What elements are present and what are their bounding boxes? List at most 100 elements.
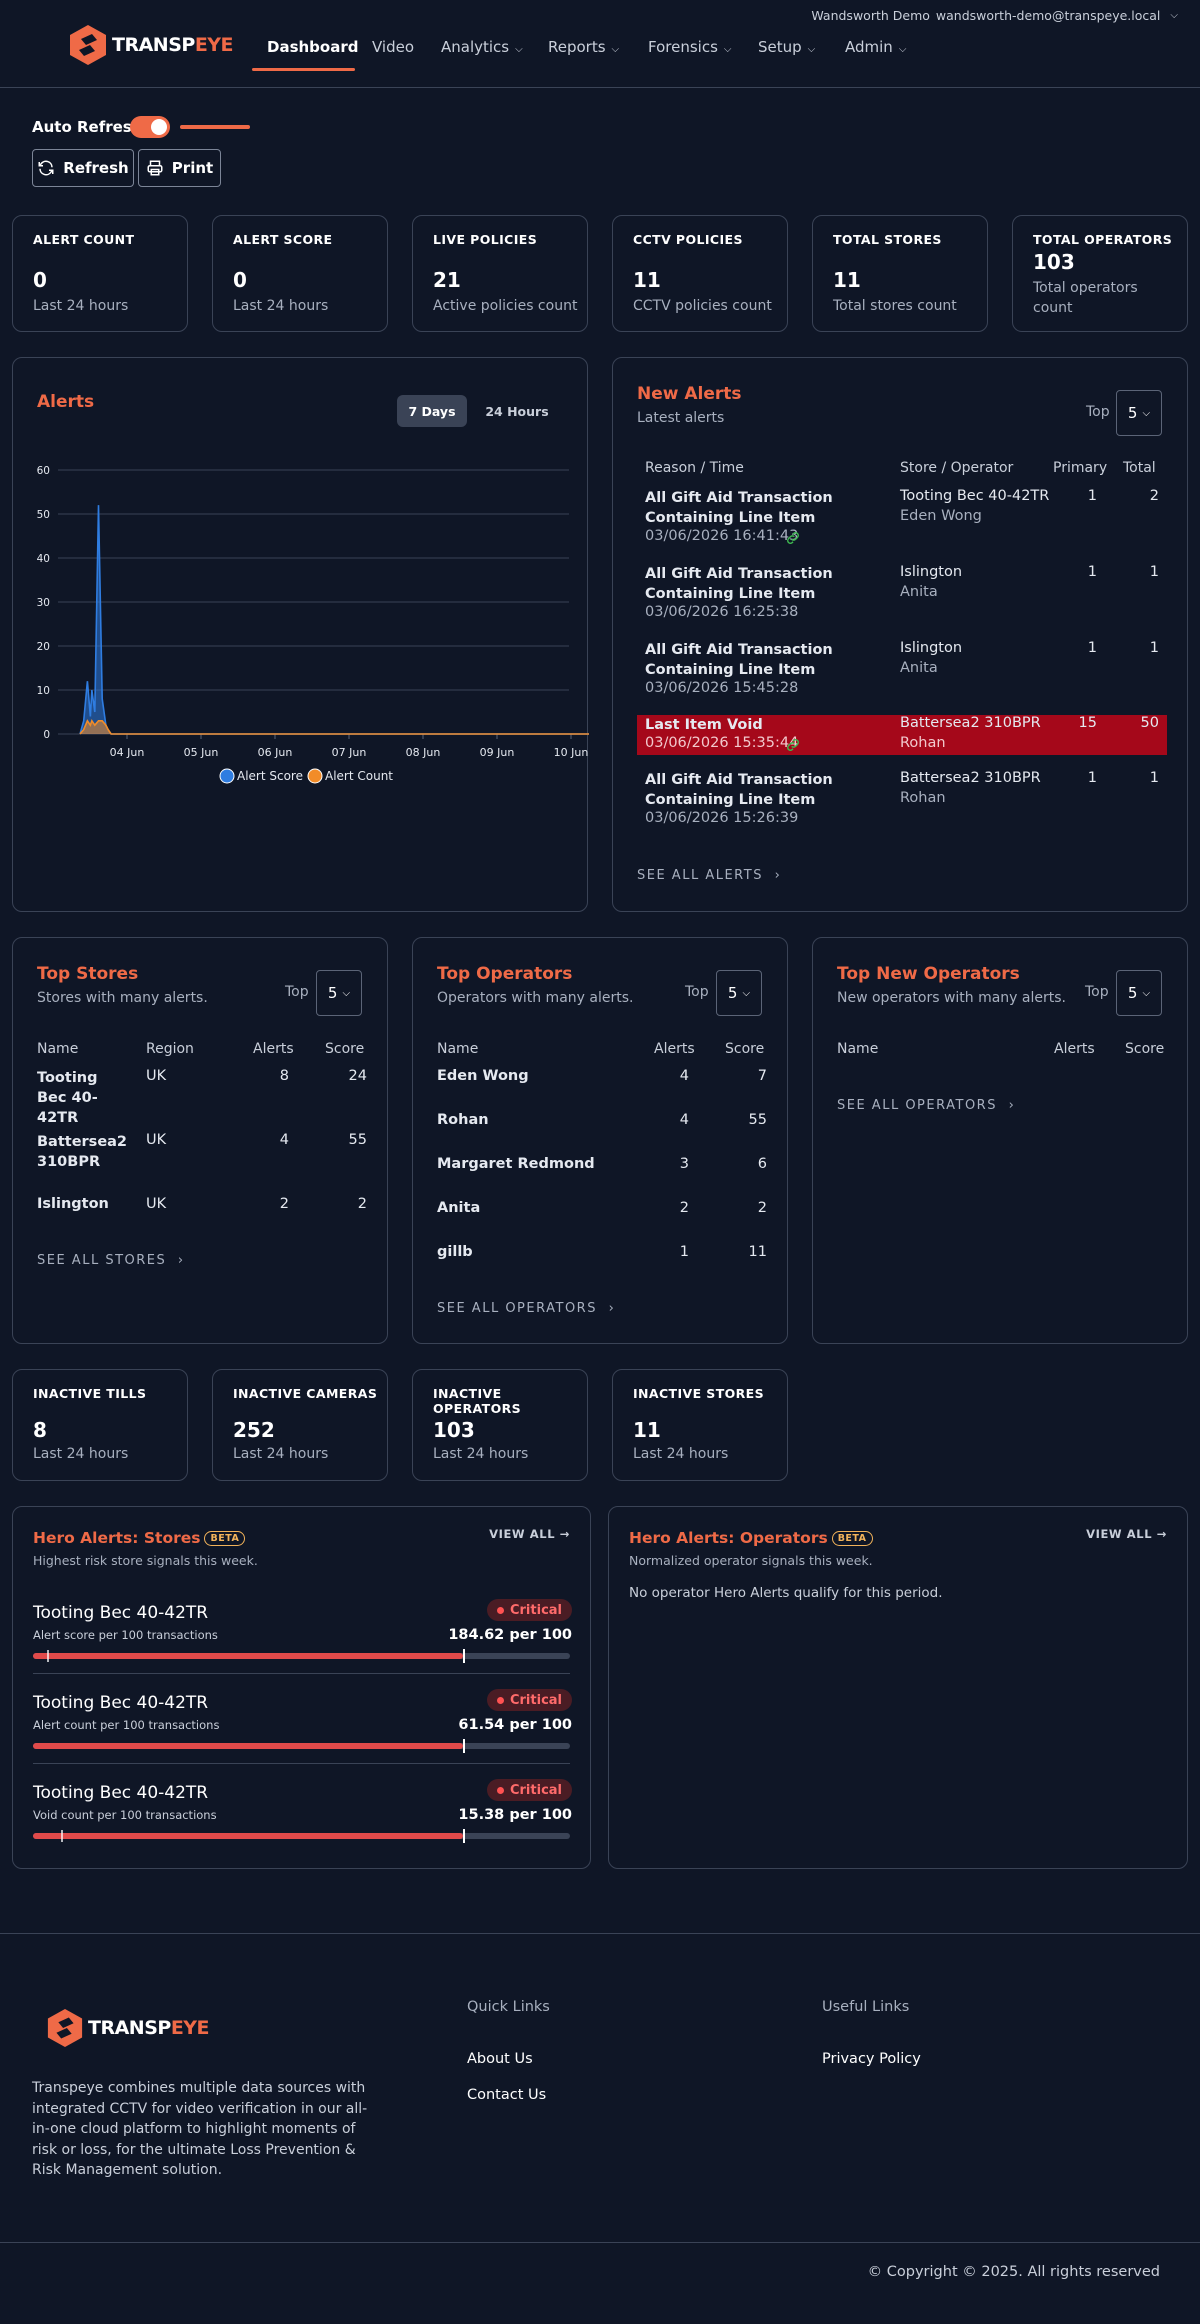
series-line bbox=[79, 505, 589, 735]
nav-forensics[interactable]: Forensics ⌵ bbox=[648, 38, 731, 56]
alert-row[interactable]: All Gift Aid Transaction Containing Line… bbox=[637, 486, 1167, 552]
nav-label: Admin bbox=[845, 38, 893, 56]
print-button[interactable]: Print bbox=[138, 149, 221, 187]
logo-text: TRANSP bbox=[88, 2017, 171, 2039]
view-all-stores-link[interactable]: VIEW ALL → bbox=[489, 1527, 570, 1541]
alert-row[interactable]: All Gift Aid Transaction Containing Line… bbox=[637, 638, 1167, 704]
top-stores-card: Top Stores Stores with many alerts. Top … bbox=[12, 937, 388, 1344]
alert-row[interactable]: All Gift Aid Transaction Containing Line… bbox=[637, 562, 1167, 628]
see-all-stores-link[interactable]: SEE ALL STORES › bbox=[37, 1253, 185, 1268]
operator-row[interactable]: Anita 2 2 bbox=[437, 1200, 767, 1222]
top-count-select[interactable]: 5 ⌵ bbox=[1116, 390, 1162, 436]
top-count-select[interactable]: 5 ⌵ bbox=[716, 970, 762, 1016]
alert-operator: Anita bbox=[900, 660, 938, 676]
hero-stores-subtitle: Highest risk store signals this week. bbox=[33, 1553, 258, 1568]
top-label: Top bbox=[1086, 404, 1110, 420]
hero-metric-bar bbox=[33, 1739, 570, 1753]
hero-store-item[interactable]: Tooting Bec 40-42TR Void count per 100 t… bbox=[13, 1777, 592, 1857]
alert-time: 03/06/2026 15:26:39 bbox=[645, 810, 799, 826]
refresh-button[interactable]: Refresh bbox=[32, 149, 134, 187]
operator-name: Margaret Redmond bbox=[437, 1156, 595, 1172]
view-all-operators-link[interactable]: VIEW ALL → bbox=[1086, 1527, 1167, 1541]
operator-row[interactable]: Margaret Redmond 3 6 bbox=[437, 1156, 767, 1178]
alert-time: 03/06/2026 16:41:43 bbox=[645, 528, 799, 544]
nav-reports[interactable]: Reports ⌵ bbox=[548, 38, 619, 56]
store-row[interactable]: Tooting Bec 40-42TR UK 8 24 bbox=[37, 1068, 367, 1126]
logo[interactable]: TRANSPEYE bbox=[68, 24, 234, 66]
column-header: Name bbox=[37, 1041, 79, 1057]
title-text: Hero Alerts: Stores bbox=[33, 1529, 201, 1547]
operator-row[interactable]: gillb 1 11 bbox=[437, 1244, 767, 1266]
stat-card-total-stores: TOTAL STORES 11 Total stores count bbox=[812, 215, 988, 332]
stat-card-cctv-policies: CCTV POLICIES 11 CCTV policies count bbox=[612, 215, 788, 332]
operator-name: Rohan bbox=[437, 1112, 489, 1128]
footer-link-privacy[interactable]: Privacy Policy bbox=[822, 2051, 921, 2067]
top-new-operators-card: Top New Operators New operators with man… bbox=[812, 937, 1188, 1344]
nav-setup[interactable]: Setup ⌵ bbox=[758, 38, 815, 56]
footer-logo[interactable]: TRANSPEYE bbox=[46, 2008, 210, 2048]
select-value: 5 bbox=[1127, 404, 1138, 422]
alert-row-highlighted[interactable]: Last Item Void 03/06/2026 15:35:44 Batte… bbox=[637, 715, 1167, 755]
hero-store-item[interactable]: Tooting Bec 40-42TR Alert score per 100 … bbox=[13, 1597, 592, 1677]
nav-video[interactable]: Video bbox=[372, 38, 414, 56]
hero-metric-label: Alert count per 100 transactions bbox=[33, 1718, 220, 1732]
stat-title: INACTIVE STORES bbox=[633, 1386, 765, 1401]
top-label: Top bbox=[685, 984, 709, 1000]
user-menu[interactable]: Wandsworth Demo wandsworth-demo@transpey… bbox=[811, 8, 1178, 23]
link-icon[interactable] bbox=[785, 737, 801, 753]
empty-state-message: No operator Hero Alerts qualify for this… bbox=[629, 1585, 943, 1601]
alert-store: Islington bbox=[900, 564, 963, 580]
stat-subtitle: Last 24 hours bbox=[633, 1446, 729, 1462]
nav-dashboard[interactable]: Dashboard bbox=[267, 38, 358, 56]
top-operators-title: Top Operators bbox=[437, 964, 573, 984]
column-header: Alerts bbox=[654, 1041, 695, 1057]
series-area bbox=[80, 505, 589, 734]
status-dot-icon bbox=[496, 1786, 504, 1794]
operator-score: 6 bbox=[757, 1156, 767, 1172]
column-header: Region bbox=[146, 1041, 194, 1057]
footer-link-contact[interactable]: Contact Us bbox=[467, 2087, 546, 2103]
operator-name: gillb bbox=[437, 1244, 473, 1260]
bar-threshold-marker bbox=[463, 1649, 465, 1663]
title-text: Hero Alerts: Operators bbox=[629, 1529, 828, 1547]
alert-time: 03/06/2026 15:45:28 bbox=[645, 680, 799, 696]
operator-alerts: 1 bbox=[679, 1244, 689, 1260]
column-header: Score bbox=[325, 1041, 365, 1057]
hero-store-item[interactable]: Tooting Bec 40-42TR Alert count per 100 … bbox=[13, 1687, 592, 1767]
top-operators-card: Top Operators Operators with many alerts… bbox=[412, 937, 788, 1344]
operator-alerts: 3 bbox=[679, 1156, 689, 1172]
auto-refresh-toggle[interactable] bbox=[130, 116, 170, 138]
see-all-new-operators-link[interactable]: SEE ALL OPERATORS › bbox=[837, 1098, 1015, 1113]
store-alerts: 4 bbox=[279, 1132, 289, 1148]
operator-row[interactable]: Eden Wong 4 7 bbox=[437, 1068, 767, 1090]
chevron-down-icon: ⌵ bbox=[342, 987, 351, 999]
copyright: © Copyright © 2025. All rights reserved bbox=[867, 2264, 1160, 2280]
top-count-select[interactable]: 5 ⌵ bbox=[316, 970, 362, 1016]
alert-operator: Rohan bbox=[900, 735, 946, 751]
status-dot-icon bbox=[496, 1606, 504, 1614]
legend-label: Alert Count bbox=[325, 769, 393, 783]
see-all-operators-link[interactable]: SEE ALL OPERATORS › bbox=[437, 1301, 615, 1316]
stat-title: TOTAL OPERATORS bbox=[1033, 232, 1173, 247]
nav-analytics[interactable]: Analytics ⌵ bbox=[441, 38, 523, 56]
store-row[interactable]: Battersea2 310BPR UK 4 55 bbox=[37, 1132, 367, 1176]
alerts-chart-card: Alerts 7 Days 24 Hours 0 10 20 30 40 50 60 04 J… bbox=[12, 357, 589, 912]
select-value: 5 bbox=[327, 984, 338, 1002]
operator-row[interactable]: Rohan 4 55 bbox=[437, 1112, 767, 1134]
refresh-label: Refresh bbox=[63, 159, 129, 177]
stat-subtitle: Last 24 hours bbox=[233, 1446, 329, 1462]
link-icon[interactable] bbox=[785, 530, 801, 546]
footer-link-about[interactable]: About Us bbox=[467, 2051, 533, 2067]
column-header: Name bbox=[437, 1041, 479, 1057]
x-tick-label: 09 Jun bbox=[480, 746, 515, 759]
hero-alerts-operators-card: Hero Alerts: Operators BETA Normalized op… bbox=[608, 1506, 1188, 1869]
nav-admin[interactable]: Admin ⌵ bbox=[845, 38, 906, 56]
store-row[interactable]: Islington UK 2 2 bbox=[37, 1196, 367, 1220]
stat-subtitle: Last 24 hours bbox=[33, 298, 129, 314]
top-count-select[interactable]: 5 ⌵ bbox=[1116, 970, 1162, 1016]
see-all-alerts-link[interactable]: SEE ALL ALERTS › bbox=[637, 868, 781, 883]
refresh-icon bbox=[38, 160, 54, 176]
top-stores-title: Top Stores bbox=[37, 964, 139, 984]
alert-row[interactable]: All Gift Aid Transaction Containing Line… bbox=[637, 768, 1167, 834]
top-label: Top bbox=[285, 984, 309, 1000]
